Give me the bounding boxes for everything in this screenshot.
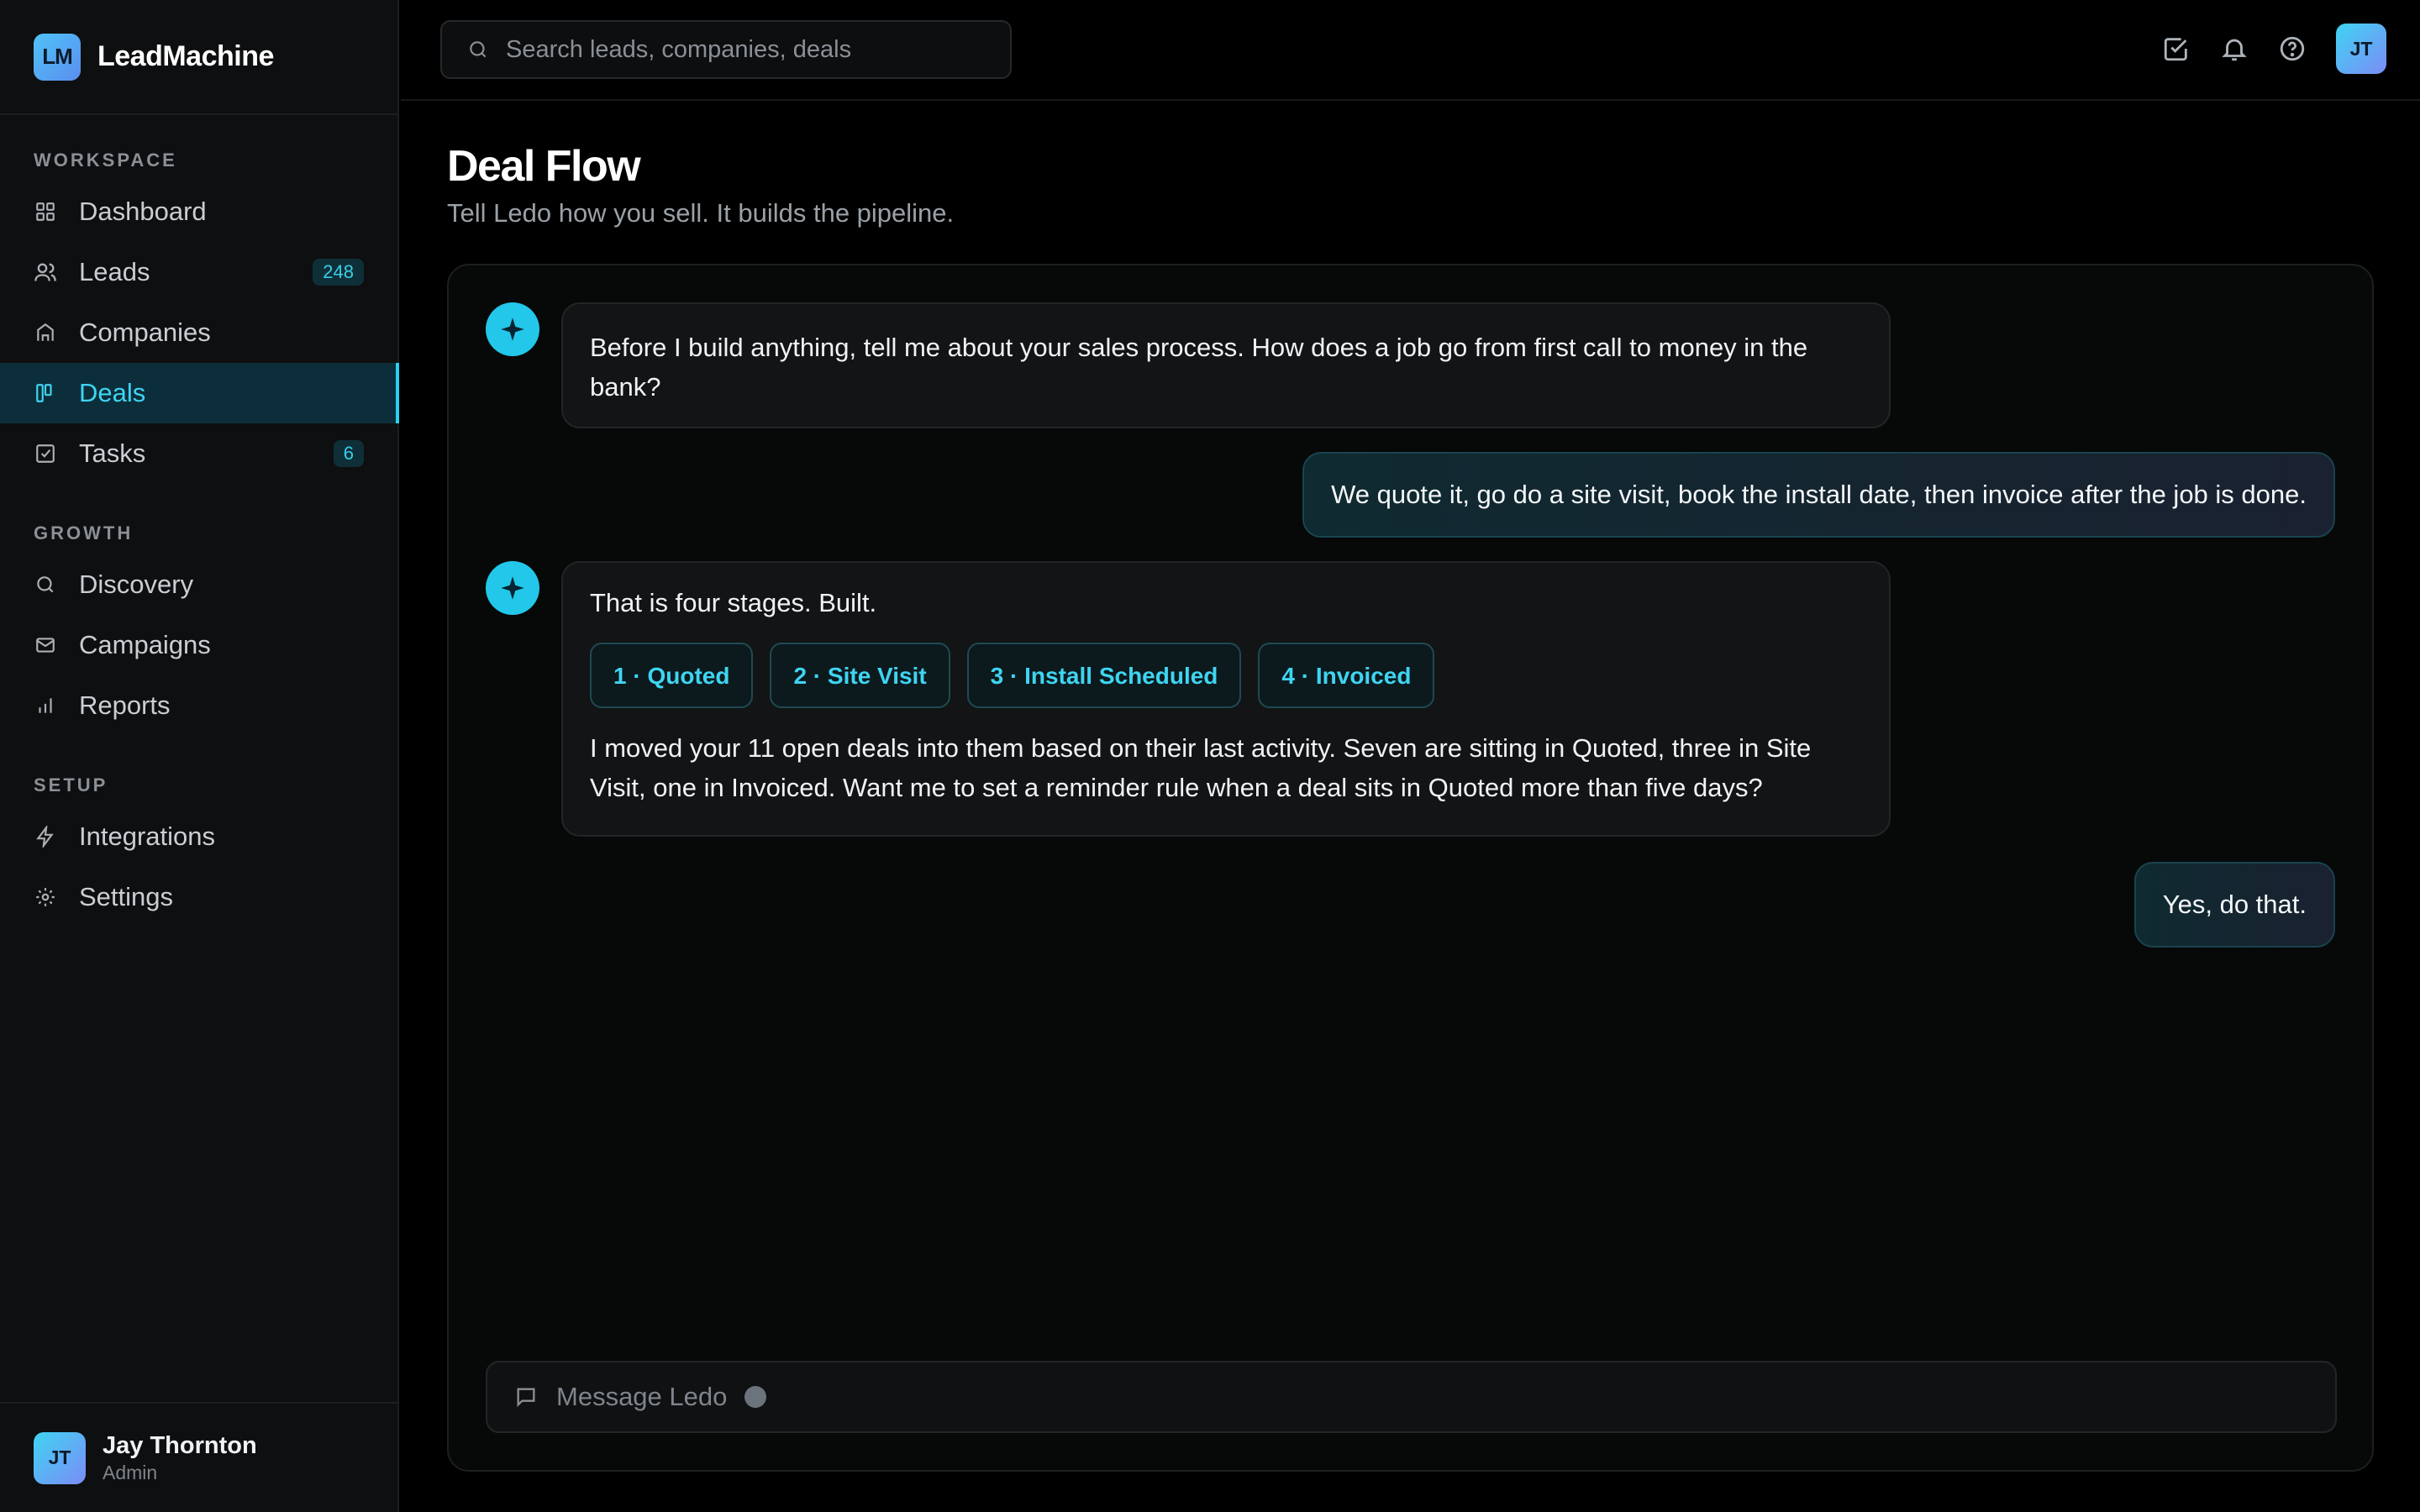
sidebar-item-companies[interactable]: Companies	[0, 302, 397, 363]
user-message: We quote it, go do a site visit, book th…	[1302, 452, 2335, 538]
sidebar-item-reports[interactable]: Reports	[0, 675, 397, 736]
section-label-growth: GROWTH	[34, 522, 134, 543]
message-text: We quote it, go do a site visit, book th…	[1331, 480, 2307, 509]
sidebar-item-label: Companies	[79, 318, 211, 347]
sidebar-item-dashboard[interactable]: Dashboard	[0, 181, 397, 242]
count-badge: 6	[333, 440, 364, 467]
brand[interactable]: LM LeadMachine	[0, 0, 397, 115]
building-icon	[34, 321, 57, 344]
message-input[interactable]	[556, 1382, 741, 1412]
sidebar: LM LeadMachine WORKSPACE Dashboard Leads…	[0, 0, 399, 1512]
sidebar-item-tasks[interactable]: Tasks 6	[0, 423, 397, 484]
sidebar-item-label: Integrations	[79, 822, 215, 851]
gear-icon	[34, 885, 57, 909]
assistant-message: Before I build anything, tell me about y…	[561, 302, 1891, 428]
message-followup: I moved your 11 open deals into them bas…	[590, 733, 1812, 802]
avatar[interactable]: JT	[2336, 24, 2386, 74]
sidebar-item-leads[interactable]: Leads 248	[0, 242, 397, 302]
sidebar-item-campaigns[interactable]: Campaigns	[0, 615, 397, 675]
brand-logo: LM	[34, 33, 81, 81]
section-label-setup: SETUP	[34, 774, 108, 795]
sidebar-item-deals[interactable]: Deals	[0, 363, 399, 423]
app-root: LM LeadMachine WORKSPACE Dashboard Leads…	[0, 0, 2420, 1512]
sidebar-item-label: Leads	[79, 257, 150, 286]
user-message: Yes, do that.	[2133, 862, 2335, 948]
message-composer[interactable]	[486, 1361, 2337, 1433]
checkbox-icon	[34, 442, 57, 465]
avatar: JT	[34, 1431, 86, 1484]
typing-indicator	[744, 1386, 766, 1408]
search-box[interactable]	[440, 20, 1012, 79]
page-title: Deal Flow	[447, 142, 641, 191]
sidebar-item-label: Dashboard	[79, 197, 207, 226]
stage-chip[interactable]: 4 · Invoiced	[1258, 643, 1435, 708]
user-name: Jay Thornton	[103, 1431, 257, 1459]
users-icon	[34, 260, 57, 284]
count-badge: 248	[313, 259, 364, 286]
stage-chip[interactable]: 1 · Quoted	[590, 643, 754, 708]
tasks-check-icon[interactable]	[2160, 32, 2193, 66]
kanban-icon	[34, 381, 57, 405]
bar-chart-icon	[34, 694, 57, 717]
message-text: Yes, do that.	[2162, 890, 2307, 919]
message-text: Before I build anything, tell me about y…	[590, 333, 1808, 402]
lightning-icon	[34, 825, 57, 848]
sidebar-item-label: Settings	[79, 882, 174, 911]
sidebar-item-discovery[interactable]: Discovery	[0, 554, 397, 615]
topbar: JT	[401, 0, 2420, 101]
search-icon	[34, 573, 57, 596]
mail-icon	[34, 633, 57, 657]
search-icon	[467, 39, 489, 60]
sidebar-item-settings[interactable]: Settings	[0, 867, 397, 927]
user-profile[interactable]: JT Jay Thornton Admin	[0, 1402, 397, 1512]
sidebar-item-label: Tasks	[79, 438, 146, 468]
sidebar-item-label: Discovery	[79, 570, 194, 599]
chat-panel: Before I build anything, tell me about y…	[447, 264, 2374, 1472]
assistant-message: That is four stages. Built. 1 · Quoted 2…	[561, 561, 1891, 837]
sidebar-nav: WORKSPACE Dashboard Leads 248 Companies	[0, 150, 399, 927]
grid-icon	[34, 200, 57, 223]
sidebar-item-label: Campaigns	[79, 630, 211, 659]
bell-icon[interactable]	[2217, 32, 2251, 66]
page-subtitle: Tell Ledo how you sell. It builds the pi…	[447, 198, 955, 228]
stage-chip[interactable]: 2 · Site Visit	[770, 643, 950, 708]
message-text: That is four stages. Built.	[590, 588, 877, 617]
sidebar-item-integrations[interactable]: Integrations	[0, 806, 397, 867]
stage-chip[interactable]: 3 · Install Scheduled	[966, 643, 1242, 708]
sparkle-icon	[486, 302, 539, 356]
search-input[interactable]	[506, 35, 976, 64]
sidebar-item-label: Deals	[79, 378, 146, 407]
top-actions: JT	[2135, 24, 2386, 74]
stage-list: 1 · Quoted 2 · Site Visit 3 · Install Sc…	[590, 643, 1862, 708]
section-label-workspace: WORKSPACE	[34, 150, 177, 171]
sparkle-icon	[486, 561, 539, 615]
help-icon[interactable]	[2275, 32, 2309, 66]
user-meta: Jay Thornton Admin	[103, 1432, 257, 1484]
sidebar-item-label: Reports	[79, 690, 171, 720]
chat-bubble-icon	[514, 1385, 538, 1409]
user-role: Admin	[103, 1461, 158, 1483]
brand-name: LeadMachine	[97, 40, 274, 72]
